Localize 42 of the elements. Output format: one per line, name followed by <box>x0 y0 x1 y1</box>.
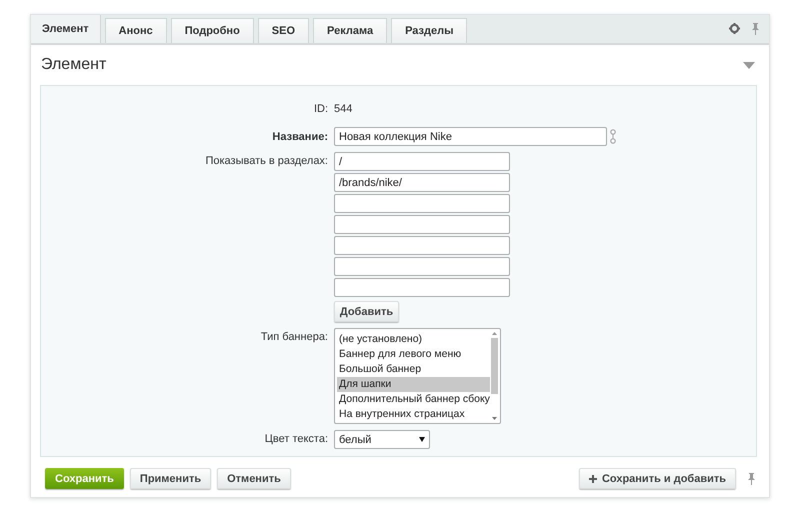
list-option[interactable]: Для шапки <box>337 377 490 392</box>
section-path-field[interactable] <box>334 215 510 234</box>
pin-icon[interactable] <box>752 23 759 35</box>
link-icon[interactable] <box>610 129 616 144</box>
field-label: Цвет текста: <box>264 432 328 447</box>
section-path-field[interactable] <box>334 278 510 297</box>
apply-button[interactable]: Применить <box>130 468 212 489</box>
dropdown-arrow-icon <box>419 437 425 442</box>
text-color-dropdown[interactable]: белый <box>334 430 430 449</box>
banner-type-list[interactable]: (не установлено) Баннер для левого меню Большой баннер Для шапки Дополнительный баннер сбоку На внутренних страницах <box>334 328 501 424</box>
field-label: Тип баннера: <box>260 330 328 345</box>
collapse-arrow-icon[interactable] <box>743 62 755 68</box>
section-path-field[interactable]: / <box>334 152 510 171</box>
tab[interactable]: Разделы <box>391 18 468 43</box>
save-and-add-button[interactable]: Сохранить и добавить <box>578 468 736 489</box>
tab[interactable]: SEO <box>258 18 310 43</box>
section-path-field[interactable]: /brands/nike/ <box>334 173 510 192</box>
add-button[interactable]: Добавить <box>334 301 399 322</box>
settings-icon[interactable] <box>729 23 740 34</box>
section-path-field[interactable] <box>334 236 510 255</box>
plus-icon <box>588 474 597 482</box>
section-path-field[interactable] <box>334 257 510 276</box>
field-label: Название: <box>271 130 328 142</box>
name-field[interactable]: Новая коллекция Nike <box>334 127 607 146</box>
pin-icon[interactable] <box>748 472 755 484</box>
scroll-down-arrow-icon[interactable] <box>492 416 497 420</box>
cancel-button[interactable]: Отменить <box>217 468 291 489</box>
field-label: Показывать в разделах: <box>204 154 328 169</box>
tab[interactable]: Элемент <box>31 15 101 43</box>
list-option[interactable]: Дополнительный баннер сбоку <box>337 392 490 407</box>
id-value: 544 <box>334 102 352 115</box>
list-option[interactable]: (не установлено) <box>337 332 490 347</box>
list-option[interactable]: На внутренних страницах <box>337 407 490 422</box>
section-path-field[interactable] <box>334 194 510 213</box>
list-option[interactable]: Баннер для левого меню <box>337 347 490 362</box>
scroll-up-arrow-icon[interactable] <box>492 332 497 336</box>
field-label: ID: <box>312 102 328 115</box>
section-title: Элемент <box>41 56 108 74</box>
tab[interactable]: Анонс <box>104 18 167 43</box>
tab[interactable]: Реклама <box>313 18 388 43</box>
list-option[interactable]: Большой баннер <box>337 362 490 377</box>
tab[interactable]: Подробно <box>170 18 254 43</box>
